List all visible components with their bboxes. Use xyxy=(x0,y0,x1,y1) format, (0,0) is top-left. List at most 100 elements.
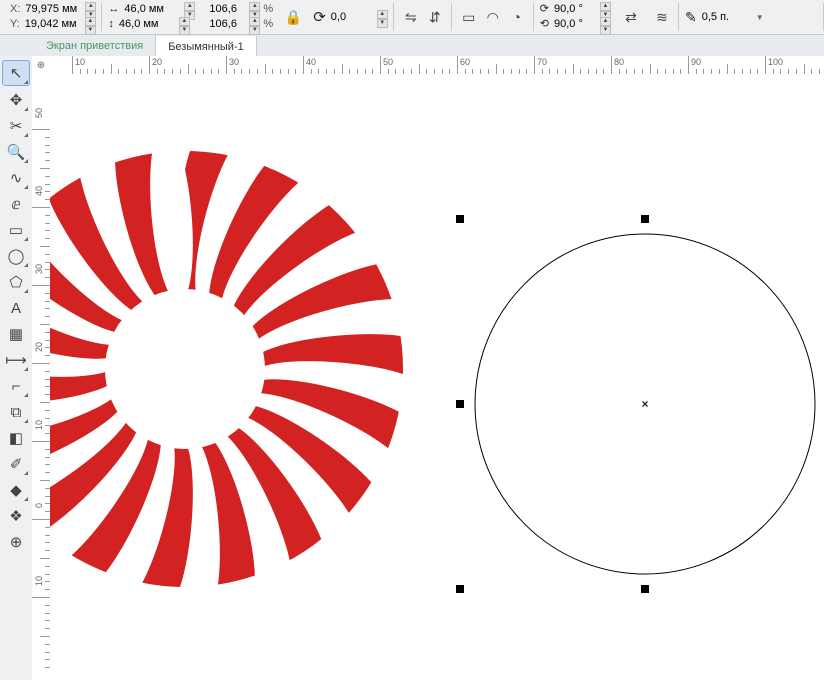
ellipse-icon: ▭ xyxy=(462,9,475,26)
selection-handle[interactable] xyxy=(456,400,464,408)
vertical-ruler[interactable]: 5040302010010 xyxy=(32,74,51,680)
crop-tool[interactable]: ✂ xyxy=(3,114,29,138)
ruler-tick-label: 90 xyxy=(691,57,701,67)
ruler-tick-label: 10 xyxy=(34,576,44,586)
start-angle-input[interactable]: ▲▼ xyxy=(552,2,611,17)
tab-document-1[interactable]: Безымянный-1 xyxy=(156,36,257,58)
ruler-tick-label: 10 xyxy=(34,420,44,430)
mirror-v-icon: ⇵ xyxy=(429,9,441,26)
add-tool-icon: ⊕ xyxy=(10,533,23,551)
add-tool[interactable]: ⊕ xyxy=(3,530,29,554)
smart-fill-tool[interactable]: ❖ xyxy=(3,504,29,528)
freehand-tool[interactable]: ∿ xyxy=(3,166,29,190)
blend-tool-icon: ⧉ xyxy=(11,404,22,421)
height-input[interactable]: ▲▼ xyxy=(117,17,190,32)
ruler-tick-label: 10 xyxy=(75,57,85,67)
lock-icon: 🔒 xyxy=(284,9,301,26)
zoom-tool-icon: 🔍 xyxy=(7,143,26,161)
freehand-tool-icon: ∿ xyxy=(10,169,23,187)
ruler-tick-label: 0 xyxy=(34,503,44,508)
mirror-horizontal-button[interactable]: ⇋ xyxy=(400,6,422,28)
selection-center[interactable]: × xyxy=(641,397,648,411)
start-angle-icon: ⟳ xyxy=(540,2,549,17)
artistic-media-tool[interactable]: ⅇ xyxy=(3,192,29,216)
crop-tool-icon: ✂ xyxy=(10,117,23,135)
origin-icon: ⊕ xyxy=(37,60,45,71)
pie-button[interactable]: ◔ xyxy=(506,6,528,28)
ruler-tick-label: 100 xyxy=(768,57,783,67)
fill-tool-icon: ◆ xyxy=(10,481,22,499)
end-angle-icon: ⟲ xyxy=(540,17,549,32)
ruler-tick-label: 30 xyxy=(229,57,239,67)
outline-group: ✎ ▼ xyxy=(679,0,770,34)
rotation-input[interactable]: ▲▼ xyxy=(329,10,388,25)
shape-tool-icon: ✥ xyxy=(10,91,23,109)
pick-tool-icon: ↖ xyxy=(10,64,23,82)
swap-angles-button[interactable]: ⇄ xyxy=(620,6,642,28)
pie-icon: ◔ xyxy=(513,9,521,25)
wrap-text-button[interactable]: ≋ xyxy=(651,6,673,28)
transparency-tool[interactable]: ◧ xyxy=(3,426,29,450)
selection-handle[interactable] xyxy=(456,215,464,223)
end-angle-input[interactable]: ▲▼ xyxy=(552,17,611,32)
y-position-input[interactable]: ▲▼ xyxy=(23,17,96,32)
ellipse-tool[interactable]: ◯ xyxy=(3,244,29,268)
document-tabs: Экран приветствия Безымянный-1 xyxy=(0,35,824,58)
shape-tool[interactable]: ✥ xyxy=(3,88,29,112)
table-tool-icon: ▦ xyxy=(9,325,23,343)
horizontal-ruler[interactable]: 102030405060708090100 xyxy=(50,56,824,75)
angles-group: ⟳ ▲▼ ⟲ ▲▼ xyxy=(534,0,617,34)
ruler-tick-label: 70 xyxy=(537,57,547,67)
percent-unit: % xyxy=(263,2,273,17)
dimension-tool[interactable]: ⟼ xyxy=(3,348,29,372)
transparency-tool-icon: ◧ xyxy=(9,429,23,447)
scale-x-input[interactable]: ▲▼ xyxy=(207,2,260,17)
fill-tool[interactable]: ◆ xyxy=(3,478,29,502)
scale-y-input[interactable]: ▲▼ xyxy=(207,17,260,32)
ruler-tick-label: 40 xyxy=(306,57,316,67)
width-input[interactable]: ▲▼ xyxy=(122,2,195,17)
ruler-tick-label: 20 xyxy=(152,57,162,67)
ruler-origin-button[interactable]: ⊕ xyxy=(32,56,51,75)
connector-tool[interactable]: ⌐ xyxy=(3,374,29,398)
x-position-input[interactable]: ▲▼ xyxy=(23,2,96,17)
text-tool[interactable]: A xyxy=(3,296,29,320)
tab-welcome[interactable]: Экран приветствия xyxy=(34,35,156,57)
width-icon: ↔ xyxy=(108,2,119,17)
polygon-tool[interactable]: ⬠ xyxy=(3,270,29,294)
selection-handle[interactable] xyxy=(641,585,649,593)
mirror-group: ⇋ ⇵ xyxy=(394,0,452,34)
ellipse-type-group: ▭ ◠ ◔ xyxy=(452,0,534,34)
drawing-canvas[interactable]: × xyxy=(50,74,824,680)
eyedropper-tool-icon: ✐ xyxy=(10,455,23,473)
ruler-tick-label: 60 xyxy=(460,57,470,67)
polygon-tool-icon: ⬠ xyxy=(9,273,22,291)
selection-handle[interactable] xyxy=(641,215,649,223)
toolbox: ↖ ✥ ✂ 🔍 ∿ ⅇ ▭ ◯ ⬠ A ▦ ⟼⌐ ⧉ ◧ ✐ ◆ ❖ ⊕ xyxy=(0,56,33,680)
arc-button[interactable]: ◠ xyxy=(482,6,504,28)
mirror-vertical-button[interactable]: ⇵ xyxy=(424,6,446,28)
selection-handle[interactable] xyxy=(456,585,464,593)
rotation-group: ⟳ ▲▼ xyxy=(307,0,394,34)
ruler-tick-label: 50 xyxy=(383,57,393,67)
zoom-tool[interactable]: 🔍 xyxy=(3,140,29,164)
eyedropper-tool[interactable]: ✐ xyxy=(3,452,29,476)
rectangle-tool-icon: ▭ xyxy=(9,221,23,239)
percent-unit-2: % xyxy=(263,17,273,32)
table-tool[interactable]: ▦ xyxy=(3,322,29,346)
pick-tool[interactable]: ↖ xyxy=(2,60,30,86)
height-icon: ↕ xyxy=(108,17,114,32)
ruler-tick-label: 20 xyxy=(34,342,44,352)
ellipse-button[interactable]: ▭ xyxy=(458,6,480,28)
workspace: ⊕ 102030405060708090100 5040302010010 ✦ … xyxy=(32,56,824,680)
property-bar: X: ▲▼ Y: ▲▼ ↔ ▲▼ ↕ ▲▼ xyxy=(0,0,824,35)
outline-width-input[interactable]: ▼ xyxy=(700,10,764,25)
scale-group: ▲▼ % ▲▼ % xyxy=(201,0,279,34)
artwork-pattern xyxy=(50,74,450,680)
text-tool-icon: A xyxy=(11,300,21,317)
blend-tool[interactable]: ⧉ xyxy=(3,400,29,424)
y-label: Y: xyxy=(10,17,20,32)
lock-ratio-button[interactable]: 🔒 xyxy=(282,6,304,28)
rectangle-tool[interactable]: ▭ xyxy=(3,218,29,242)
arc-icon: ◠ xyxy=(487,9,499,26)
